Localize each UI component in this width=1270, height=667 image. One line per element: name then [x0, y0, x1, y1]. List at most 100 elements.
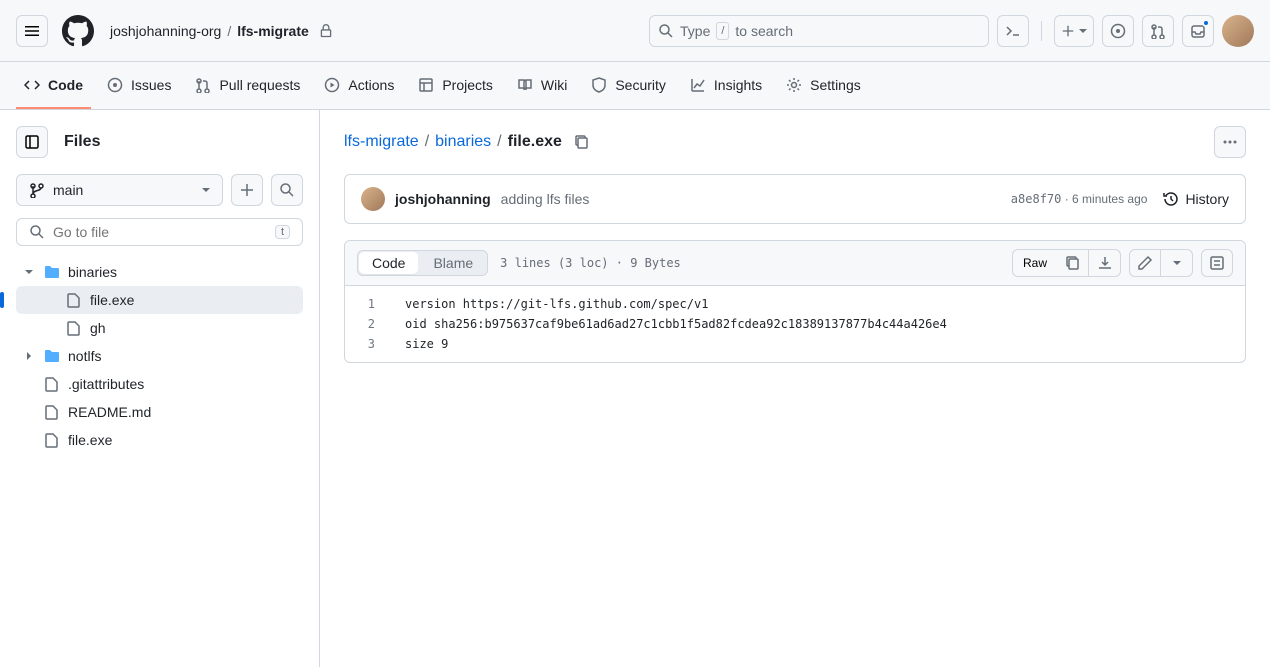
file-toolbar: Code Blame 3 lines (3 loc) · 9 Bytes Raw [345, 241, 1245, 286]
tab-code[interactable]: Code [16, 63, 91, 109]
path-separator: / [425, 133, 429, 151]
play-icon [324, 77, 340, 93]
code-line[interactable]: 3size 9 [345, 334, 1245, 354]
code-line[interactable]: 1version https://git-lfs.github.com/spec… [345, 294, 1245, 314]
main-content: Files main t binaries [0, 110, 1270, 667]
tab-wiki[interactable]: Wiki [509, 63, 575, 109]
symbols-button[interactable] [1201, 249, 1233, 277]
issue-icon [107, 77, 123, 93]
user-avatar[interactable] [1222, 15, 1254, 47]
code-line[interactable]: 2oid sha256:b975637caf9be61ad6ad27c1cbb1… [345, 314, 1245, 334]
chevron-right-icon [24, 351, 36, 361]
tree-file-readme[interactable]: README.md [16, 398, 303, 426]
sidebar-icon [24, 134, 40, 150]
create-new-button[interactable] [1054, 15, 1094, 47]
edit-dropdown-button[interactable] [1161, 249, 1193, 277]
commit-author-avatar[interactable] [361, 187, 385, 211]
graph-icon [690, 77, 706, 93]
tab-settings[interactable]: Settings [778, 63, 869, 109]
file-icon [44, 376, 60, 392]
search-icon [279, 182, 295, 198]
symbols-icon [1209, 255, 1225, 271]
search-files-button[interactable] [271, 174, 303, 206]
tab-pulls[interactable]: Pull requests [187, 63, 308, 109]
gear-icon [786, 77, 802, 93]
copy-path-button[interactable] [574, 134, 590, 150]
tab-security-label: Security [615, 77, 666, 93]
search-input[interactable]: Type / to search [649, 15, 989, 47]
tree-label: .gitattributes [68, 376, 144, 392]
tab-security[interactable]: Security [583, 63, 674, 109]
file-view: Code Blame 3 lines (3 loc) · 9 Bytes Raw [344, 240, 1246, 363]
line-number: 1 [345, 294, 395, 314]
path-dir-link[interactable]: binaries [435, 133, 491, 151]
line-text: version https://git-lfs.github.com/spec/… [395, 294, 1245, 314]
sidebar-title: Files [64, 133, 100, 151]
tree-folder-notlfs[interactable]: notlfs [16, 342, 303, 370]
repo-link[interactable]: lfs-migrate [237, 23, 309, 39]
breadcrumb-separator: / [227, 23, 231, 39]
github-logo[interactable] [62, 15, 94, 47]
branch-icon [29, 182, 45, 198]
issues-button[interactable] [1102, 15, 1134, 47]
tree-label: file.exe [90, 292, 134, 308]
caret-down-icon [1079, 27, 1087, 35]
line-text: size 9 [395, 334, 1245, 354]
file-content: lfs-migrate / binaries / file.exe joshjo… [320, 110, 1270, 667]
tree-folder-binaries[interactable]: binaries [16, 258, 303, 286]
latest-commit: joshjohanning adding lfs files a8e8f70 ·… [344, 174, 1246, 224]
copy-raw-button[interactable] [1057, 249, 1089, 277]
commit-message[interactable]: adding lfs files [501, 191, 590, 207]
search-icon [658, 23, 674, 39]
file-filter-input[interactable] [53, 224, 267, 240]
tab-projects-label: Projects [442, 77, 493, 93]
tree-file-file-exe[interactable]: file.exe [16, 286, 303, 314]
code-icon [24, 77, 40, 93]
tab-insights[interactable]: Insights [682, 63, 770, 109]
add-file-button[interactable] [231, 174, 263, 206]
tab-issues[interactable]: Issues [99, 63, 179, 109]
file-filter[interactable]: t [16, 218, 303, 246]
toggle-sidebar-button[interactable] [16, 126, 48, 158]
edit-file-button[interactable] [1129, 249, 1161, 277]
tree-file-gh[interactable]: gh [16, 314, 303, 342]
command-palette-button[interactable] [997, 15, 1029, 47]
branch-select[interactable]: main [16, 174, 223, 206]
commit-sha[interactable]: a8e8f70 [1011, 192, 1062, 206]
raw-button[interactable]: Raw [1012, 249, 1057, 277]
tab-pulls-label: Pull requests [219, 77, 300, 93]
pull-request-icon [195, 77, 211, 93]
tree-label: file.exe [68, 432, 112, 448]
folder-icon [44, 348, 60, 364]
more-options-button[interactable] [1214, 126, 1246, 158]
tree-file-root-file-exe[interactable]: file.exe [16, 426, 303, 454]
pull-requests-button[interactable] [1142, 15, 1174, 47]
search-text-before: Type [680, 23, 710, 39]
tab-projects[interactable]: Projects [410, 63, 501, 109]
tab-insights-label: Insights [714, 77, 762, 93]
folder-icon [44, 264, 60, 280]
terminal-icon [1005, 23, 1021, 39]
code-view-button[interactable]: Code [359, 252, 418, 274]
tab-actions[interactable]: Actions [316, 63, 402, 109]
kebab-icon [1222, 134, 1238, 150]
history-link[interactable]: History [1163, 191, 1229, 207]
blame-view-button[interactable]: Blame [419, 251, 487, 275]
path-root-link[interactable]: lfs-migrate [344, 133, 419, 151]
hamburger-icon [24, 23, 40, 39]
file-icon [66, 320, 82, 336]
file-info: 3 lines (3 loc) · 9 Bytes [500, 256, 681, 270]
commit-author[interactable]: joshjohanning [395, 191, 491, 207]
copy-icon [1065, 255, 1081, 271]
tab-settings-label: Settings [810, 77, 861, 93]
notifications-button[interactable] [1182, 15, 1214, 47]
tab-wiki-label: Wiki [541, 77, 567, 93]
github-icon [62, 15, 94, 47]
repo-nav: Code Issues Pull requests Actions Projec… [0, 62, 1270, 110]
owner-link[interactable]: joshjohanning-org [110, 23, 221, 39]
download-raw-button[interactable] [1089, 249, 1121, 277]
hamburger-button[interactable] [16, 15, 48, 47]
branch-name: main [53, 182, 83, 198]
caret-down-icon [202, 186, 210, 194]
tree-file-gitattributes[interactable]: .gitattributes [16, 370, 303, 398]
